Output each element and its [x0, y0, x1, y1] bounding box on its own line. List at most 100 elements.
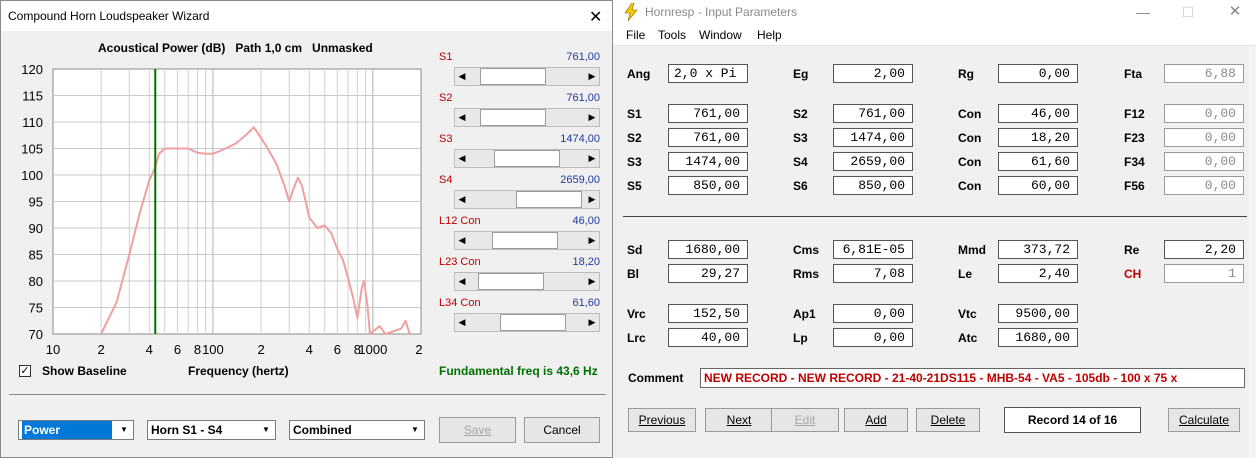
slider-track[interactable]: ◀ ▶	[454, 272, 600, 291]
ch-field[interactable]: 1	[1164, 264, 1244, 283]
arrow-right-icon[interactable]: ▶	[585, 68, 599, 85]
arrow-left-icon[interactable]: ◀	[455, 150, 469, 167]
s5-field[interactable]: 850,00	[668, 176, 748, 195]
x-tick-label: 6	[334, 342, 341, 357]
s3-row-field[interactable]: 1474,00	[668, 152, 748, 171]
x-tick-label: 1000	[358, 342, 387, 357]
arrow-right-icon[interactable]: ▶	[585, 232, 599, 249]
atc-field[interactable]: 1680,00	[998, 328, 1078, 347]
slider-track[interactable]: ◀ ▶	[454, 190, 600, 209]
menu-bar: File Tools Window Help	[613, 24, 1256, 46]
minimize-icon[interactable]: —	[1133, 3, 1153, 21]
calculate-button[interactable]: Calculate	[1168, 408, 1240, 432]
mode-select[interactable]: Power ▼	[18, 420, 134, 440]
f56-field: 0,00	[1164, 176, 1244, 195]
y-tick-label: 100	[21, 168, 43, 183]
add-button[interactable]: Add	[844, 408, 908, 432]
le-field[interactable]: 2,40	[998, 264, 1078, 283]
x-tick-label: 2	[415, 342, 422, 357]
s2-row-label: S2	[627, 131, 642, 145]
rg-field[interactable]: 0,00	[998, 64, 1078, 83]
menu-help[interactable]: Help	[757, 28, 782, 42]
mmd-field[interactable]: 373,72	[998, 240, 1078, 259]
f12-field: 0,00	[1164, 104, 1244, 123]
previous-button[interactable]: Previous	[628, 408, 696, 432]
f34-label: F34	[1124, 155, 1145, 169]
slider-thumb[interactable]	[516, 191, 582, 208]
arrow-left-icon[interactable]: ◀	[455, 68, 469, 85]
close-icon[interactable]: ✕	[1225, 3, 1245, 21]
sd-field[interactable]: 1680,00	[668, 240, 748, 259]
slider-thumb[interactable]	[480, 109, 546, 126]
rg-label: Rg	[958, 67, 974, 81]
s5-label: S5	[627, 179, 642, 193]
s3-field[interactable]: 1474,00	[833, 128, 913, 147]
ap1-label: Ap1	[793, 307, 816, 321]
wizard-titlebar: Compound Horn Loudspeaker Wizard ✕	[1, 1, 612, 31]
slider-thumb[interactable]	[480, 68, 546, 85]
con1-field[interactable]: 46,00	[998, 104, 1078, 123]
con4-field[interactable]: 60,00	[998, 176, 1078, 195]
s6-field[interactable]: 850,00	[833, 176, 913, 195]
slider-thumb[interactable]	[500, 314, 566, 331]
lightning-icon	[624, 3, 638, 21]
lp-field[interactable]: 0,00	[833, 328, 913, 347]
maximize-icon[interactable]: ☐	[1178, 3, 1198, 21]
combine-select[interactable]: Combined ▼	[289, 420, 425, 440]
s4-field[interactable]: 2659,00	[833, 152, 913, 171]
con2-field[interactable]: 18,20	[998, 128, 1078, 147]
slider-thumb[interactable]	[492, 232, 558, 249]
chevron-down-icon: ▼	[411, 425, 419, 434]
horn-select[interactable]: Horn S1 - S4 ▼	[147, 420, 276, 440]
arrow-right-icon[interactable]: ▶	[585, 273, 599, 290]
ang-field[interactable]: 2,0 x Pi	[668, 64, 748, 83]
slider-track[interactable]: ◀ ▶	[454, 108, 600, 127]
vtc-field[interactable]: 9500,00	[998, 304, 1078, 323]
arrow-left-icon[interactable]: ◀	[455, 191, 469, 208]
comment-field[interactable]: NEW RECORD - NEW RECORD - 21-40-21DS115 …	[700, 368, 1245, 388]
vertical-scrollbar[interactable]	[1249, 46, 1256, 458]
vrc-field[interactable]: 152,50	[668, 304, 748, 323]
slider-thumb[interactable]	[494, 150, 560, 167]
arrow-left-icon[interactable]: ◀	[455, 314, 469, 331]
cancel-button[interactable]: Cancel	[524, 417, 600, 443]
arrow-left-icon[interactable]: ◀	[455, 273, 469, 290]
x-tick-label: 2	[98, 342, 105, 357]
arrow-right-icon[interactable]: ▶	[585, 109, 599, 126]
arrow-right-icon[interactable]: ▶	[585, 314, 599, 331]
show-baseline-checkbox[interactable]: ✓	[19, 365, 31, 377]
slider-thumb[interactable]	[478, 273, 544, 290]
arrow-right-icon[interactable]: ▶	[585, 191, 599, 208]
menu-window[interactable]: Window	[699, 28, 742, 42]
menu-tools[interactable]: Tools	[658, 28, 686, 42]
slider-label: S3	[439, 133, 453, 145]
show-baseline-label: Show Baseline	[42, 364, 127, 378]
ap1-field[interactable]: 0,00	[833, 304, 913, 323]
eg-field[interactable]: 2,00	[833, 64, 913, 83]
mode-select-value: Power	[22, 421, 112, 439]
con3-field[interactable]: 61,60	[998, 152, 1078, 171]
s2-field[interactable]: 761,00	[833, 104, 913, 123]
arrow-left-icon[interactable]: ◀	[455, 232, 469, 249]
next-button[interactable]: Next	[705, 408, 773, 432]
close-icon[interactable]: ✕	[589, 7, 602, 27]
slider-track[interactable]: ◀ ▶	[454, 67, 600, 86]
arrow-left-icon[interactable]: ◀	[455, 109, 469, 126]
menu-file[interactable]: File	[626, 28, 645, 42]
lrc-field[interactable]: 40,00	[668, 328, 748, 347]
hornresp-titlebar: Hornresp - Input Parameters — ☐ ✕	[613, 0, 1256, 24]
slider-track[interactable]: ◀ ▶	[454, 231, 600, 250]
re-field[interactable]: 2,20	[1164, 240, 1244, 259]
y-tick-label: 90	[29, 221, 43, 236]
delete-button[interactable]: Delete	[916, 408, 980, 432]
bl-field[interactable]: 29,27	[668, 264, 748, 283]
chart-title: Acoustical Power (dB) Path 1,0 cm Unmask…	[98, 41, 373, 55]
arrow-right-icon[interactable]: ▶	[585, 150, 599, 167]
cms-field[interactable]: 6,81E-05	[833, 240, 913, 259]
slider-track[interactable]: ◀ ▶	[454, 149, 600, 168]
slider-track[interactable]: ◀ ▶	[454, 313, 600, 332]
s1-field[interactable]: 761,00	[668, 104, 748, 123]
s2-row-field[interactable]: 761,00	[668, 128, 748, 147]
con4-label: Con	[958, 179, 982, 193]
rms-field[interactable]: 7,08	[833, 264, 913, 283]
